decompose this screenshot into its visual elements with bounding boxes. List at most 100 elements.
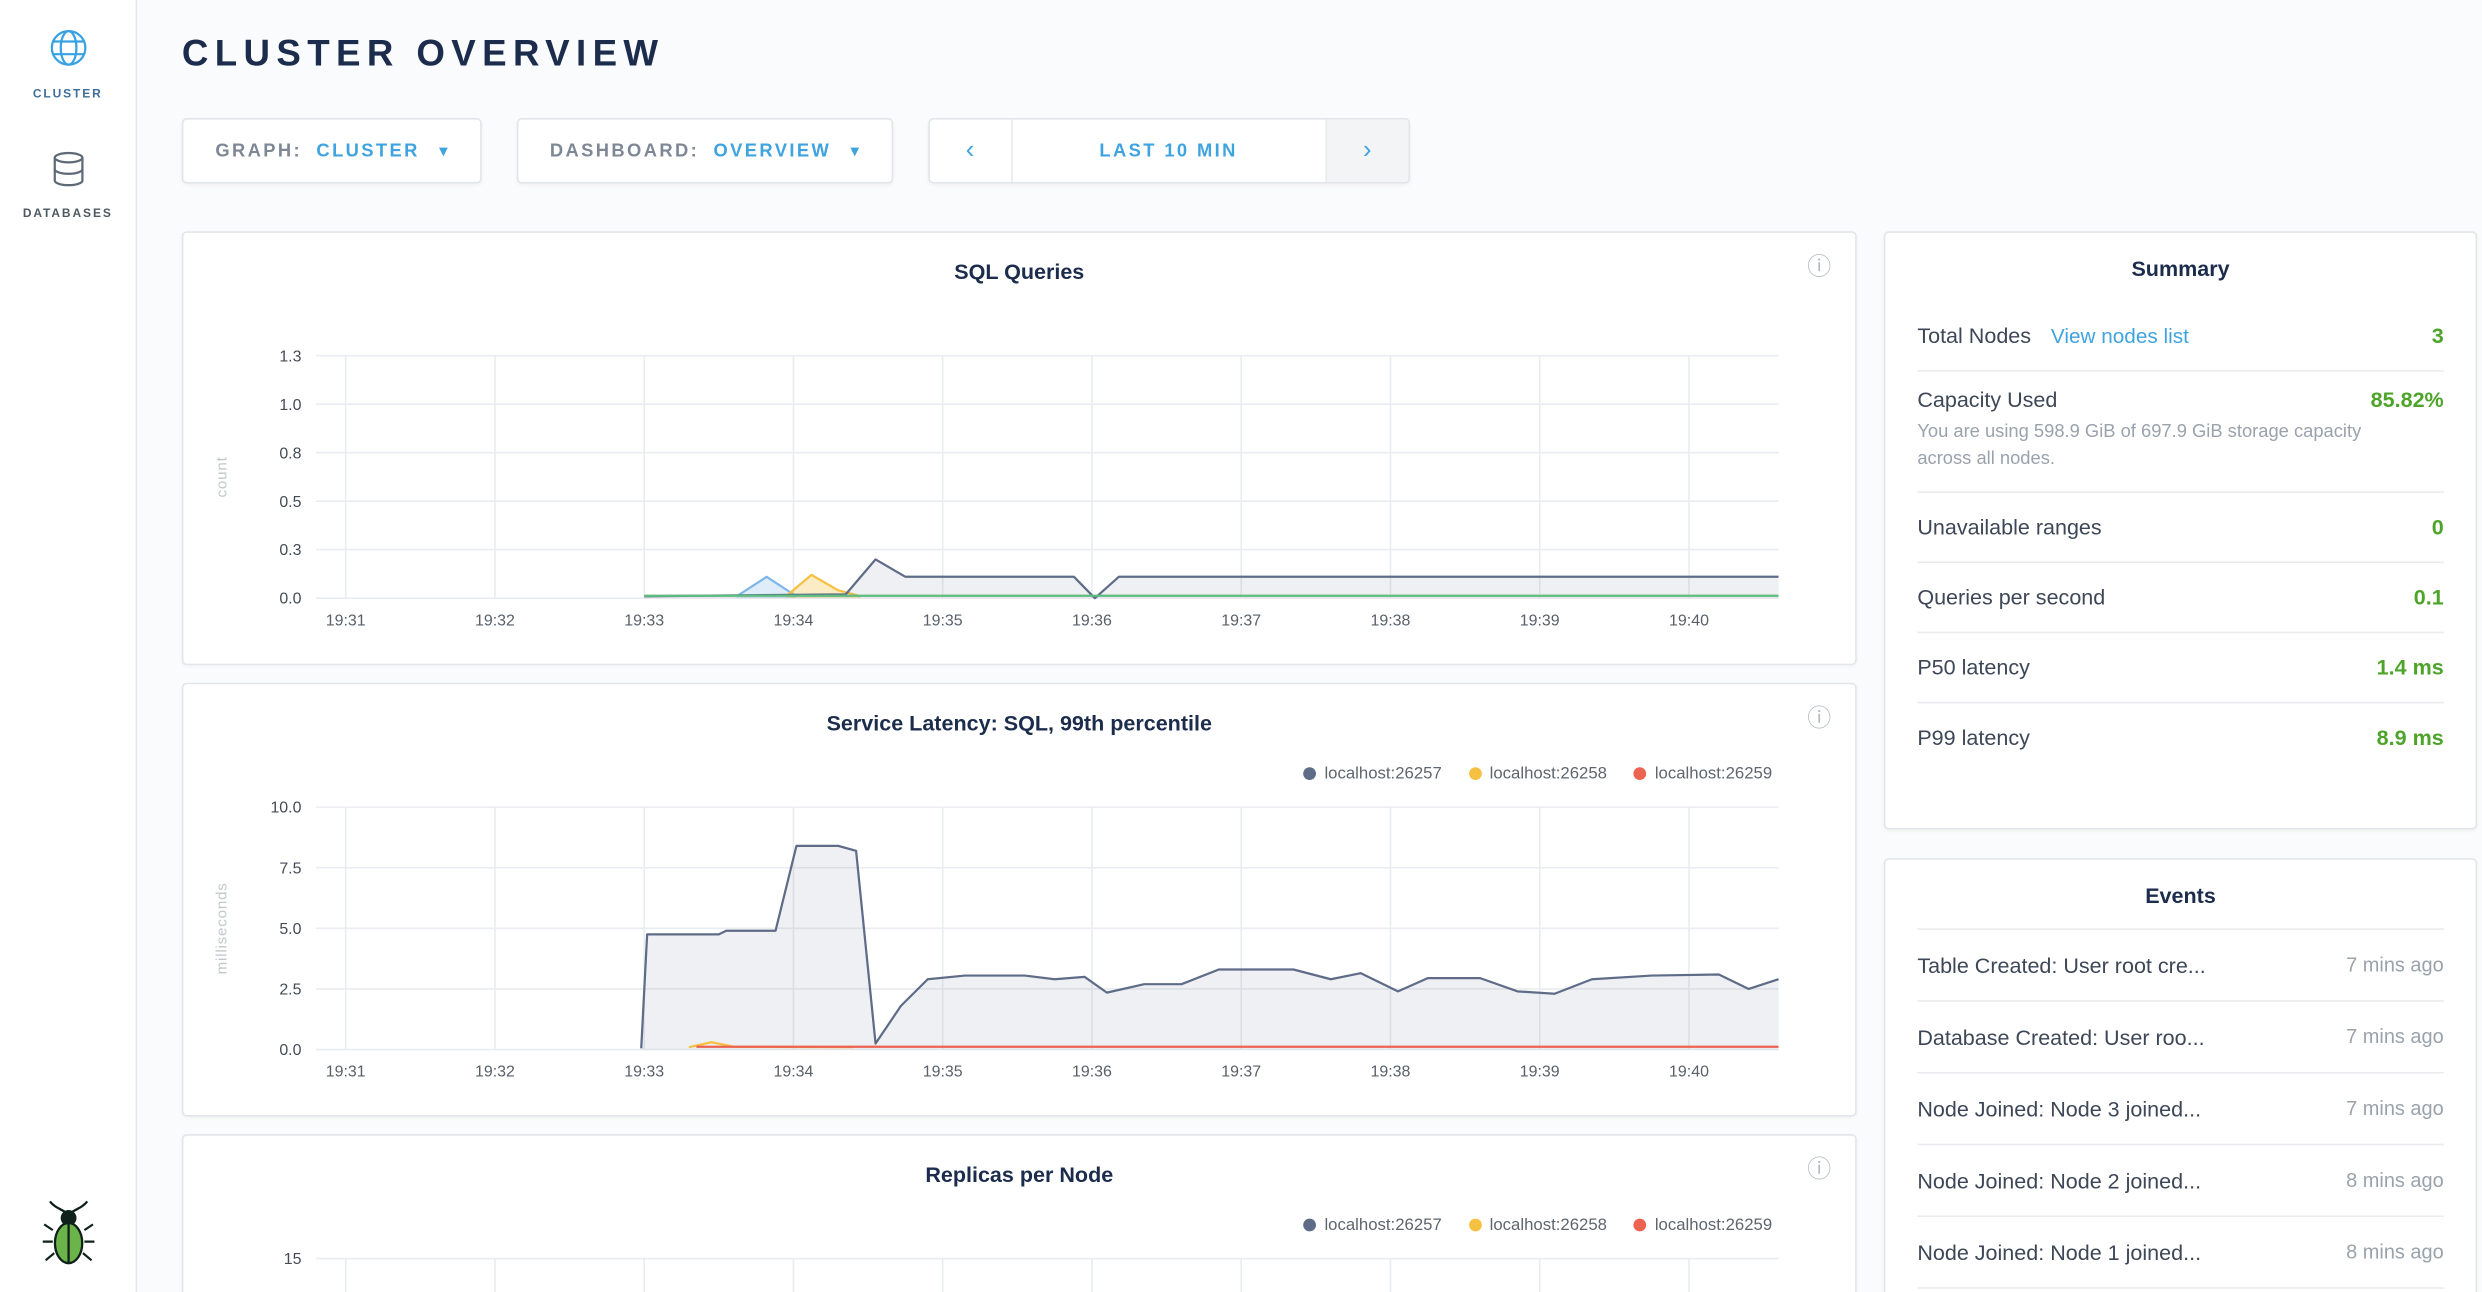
summary-value: 0 <box>2432 516 2444 540</box>
sidebar-item-label: DATABASES <box>0 206 136 220</box>
time-range-next-button[interactable]: › <box>1325 120 1408 182</box>
svg-text:19:37: 19:37 <box>1221 612 1261 629</box>
svg-text:19:37: 19:37 <box>1221 1064 1261 1081</box>
cluster-overview-page: CLUSTER DATABASES CLU <box>0 0 2482 1292</box>
chart-legend: localhost:26257 localhost:26258 localhost:… <box>1304 764 1772 783</box>
legend-item[interactable]: localhost:26257 <box>1304 1215 1442 1234</box>
legend-item[interactable]: localhost:26259 <box>1634 1215 1772 1234</box>
svg-text:milliseconds: milliseconds <box>214 882 231 974</box>
dashboard-selector-label: DASHBOARD: <box>550 141 699 160</box>
summary-card: Summary Total Nodes View nodes list 3 Ca… <box>1884 231 2477 829</box>
svg-text:1.0: 1.0 <box>279 397 301 414</box>
event-text: Node Joined: Node 2 joined... <box>1917 1168 2201 1192</box>
event-time: 7 mins ago <box>2346 1097 2444 1119</box>
dashboard-selector-dropdown[interactable]: DASHBOARD: OVERVIEW ▾ <box>516 118 892 183</box>
legend-item[interactable]: localhost:26258 <box>1469 1215 1607 1234</box>
legend-item[interactable]: localhost:26259 <box>1634 764 1772 783</box>
svg-text:19:39: 19:39 <box>1520 612 1560 629</box>
replicas-per-node-chart-card: 19:3119:3219:3319:3419:3519:3619:3719:38… <box>182 1134 1857 1292</box>
svg-text:19:34: 19:34 <box>774 1064 814 1081</box>
svg-text:19:40: 19:40 <box>1669 1064 1709 1081</box>
svg-text:19:35: 19:35 <box>923 1064 963 1081</box>
graph-selector-label: GRAPH: <box>215 141 302 160</box>
caret-down-icon: ▾ <box>439 140 448 161</box>
summary-label: P50 latency <box>1917 656 2030 680</box>
replicas-per-node-chart[interactable]: 19:3119:3219:3319:3419:3519:3619:3719:38… <box>183 1136 1855 1292</box>
event-row: Node Joined: Node 1 joined... 8 mins ago <box>1917 1217 2443 1289</box>
graph-selector-value: CLUSTER <box>316 141 419 160</box>
svg-text:19:31: 19:31 <box>326 612 366 629</box>
svg-text:0.5: 0.5 <box>279 494 301 511</box>
legend-item[interactable]: localhost:26257 <box>1304 764 1442 783</box>
summary-row-p50-latency: P50 latency 1.4 ms <box>1917 634 2443 704</box>
svg-text:10.0: 10.0 <box>270 800 301 817</box>
legend-dot-icon <box>1469 767 1482 780</box>
summary-value: 0.1 <box>2414 586 2444 610</box>
svg-text:0.0: 0.0 <box>279 591 301 608</box>
time-range-prev-button[interactable]: ‹ <box>929 120 1012 182</box>
svg-text:0.0: 0.0 <box>279 1042 301 1059</box>
svg-text:19:32: 19:32 <box>475 612 515 629</box>
sidebar: CLUSTER DATABASES <box>0 0 137 1292</box>
events-card: Events Table Created: User root cre... 7… <box>1884 858 2477 1292</box>
summary-value: 3 <box>2432 324 2444 348</box>
svg-text:19:33: 19:33 <box>624 612 664 629</box>
summary-value: 85.82% <box>2371 388 2444 412</box>
svg-text:0.3: 0.3 <box>279 542 301 559</box>
svg-text:count: count <box>214 456 231 497</box>
sidebar-item-databases[interactable]: DATABASES <box>0 148 136 220</box>
summary-value: 1.4 ms <box>2377 656 2444 680</box>
service-latency-chart[interactable]: 19:3119:3219:3319:3419:3519:3619:3719:38… <box>183 684 1855 1115</box>
main-content: CLUSTER OVERVIEW GRAPH: CLUSTER ▾ DASHBO… <box>137 0 2482 1292</box>
toolbar: GRAPH: CLUSTER ▾ DASHBOARD: OVERVIEW ▾ ‹… <box>182 118 1410 183</box>
svg-text:0.8: 0.8 <box>279 445 301 462</box>
globe-icon <box>45 26 90 79</box>
event-row: Database Created: User roo... 7 mins ago <box>1917 1002 2443 1074</box>
event-time: 8 mins ago <box>2346 1241 2444 1263</box>
legend-dot-icon <box>1469 1219 1482 1232</box>
summary-label: Queries per second <box>1917 586 2105 610</box>
svg-text:19:33: 19:33 <box>624 1064 664 1081</box>
svg-text:5.0: 5.0 <box>279 921 301 938</box>
svg-text:19:39: 19:39 <box>1520 1064 1560 1081</box>
sql-queries-chart-card: 19:3119:3219:3319:3419:3519:3619:3719:38… <box>182 231 1857 665</box>
graph-selector-dropdown[interactable]: GRAPH: CLUSTER ▾ <box>182 118 481 183</box>
event-row: Node Joined: Node 3 joined... 7 mins ago <box>1917 1074 2443 1146</box>
sidebar-item-cluster[interactable]: CLUSTER <box>0 26 136 101</box>
info-icon[interactable]: ⓘ <box>1807 255 1831 279</box>
summary-row-unavailable-ranges: Unavailable ranges 0 <box>1917 493 2443 563</box>
service-latency-chart-card: 19:3119:3219:3319:3419:3519:3619:3719:38… <box>182 683 1857 1117</box>
legend-dot-icon <box>1304 1219 1317 1232</box>
time-range-value[interactable]: LAST 10 MIN <box>1012 120 1325 182</box>
legend-label: localhost:26257 <box>1324 1215 1441 1234</box>
sql-queries-chart[interactable]: 19:3119:3219:3319:3419:3519:3619:3719:38… <box>183 233 1855 664</box>
legend-label: localhost:26259 <box>1655 764 1772 783</box>
event-time: 8 mins ago <box>2346 1169 2444 1191</box>
legend-label: localhost:26258 <box>1490 764 1607 783</box>
caret-down-icon: ▾ <box>850 140 859 161</box>
chart-title: Replicas per Node <box>183 1163 1855 1187</box>
svg-text:1.3: 1.3 <box>279 348 301 365</box>
legend-label: localhost:26257 <box>1324 764 1441 783</box>
sidebar-item-label: CLUSTER <box>0 86 136 100</box>
svg-text:7.5: 7.5 <box>279 860 301 877</box>
event-row: Node Joined: Node 2 joined... 8 mins ago <box>1917 1145 2443 1217</box>
view-nodes-list-link[interactable]: View nodes list <box>2051 323 2189 347</box>
legend-label: localhost:26258 <box>1490 1215 1607 1234</box>
svg-text:19:34: 19:34 <box>774 612 814 629</box>
event-time: 7 mins ago <box>2346 954 2444 976</box>
info-icon[interactable]: ⓘ <box>1807 1158 1831 1182</box>
svg-text:2.5: 2.5 <box>279 982 301 999</box>
legend-item[interactable]: localhost:26258 <box>1469 764 1607 783</box>
legend-label: localhost:26259 <box>1655 1215 1772 1234</box>
event-text: Database Created: User roo... <box>1917 1025 2204 1049</box>
time-range-selector: ‹ LAST 10 MIN › <box>928 118 1410 183</box>
chevron-right-icon: › <box>1363 136 1371 165</box>
event-text: Node Joined: Node 3 joined... <box>1917 1097 2201 1121</box>
event-text: Node Joined: Node 1 joined... <box>1917 1240 2201 1264</box>
legend-dot-icon <box>1634 1219 1647 1232</box>
svg-text:15: 15 <box>284 1251 302 1268</box>
summary-row-total-nodes: Total Nodes View nodes list 3 <box>1917 301 2443 371</box>
svg-text:19:40: 19:40 <box>1669 612 1709 629</box>
info-icon[interactable]: ⓘ <box>1807 707 1831 731</box>
